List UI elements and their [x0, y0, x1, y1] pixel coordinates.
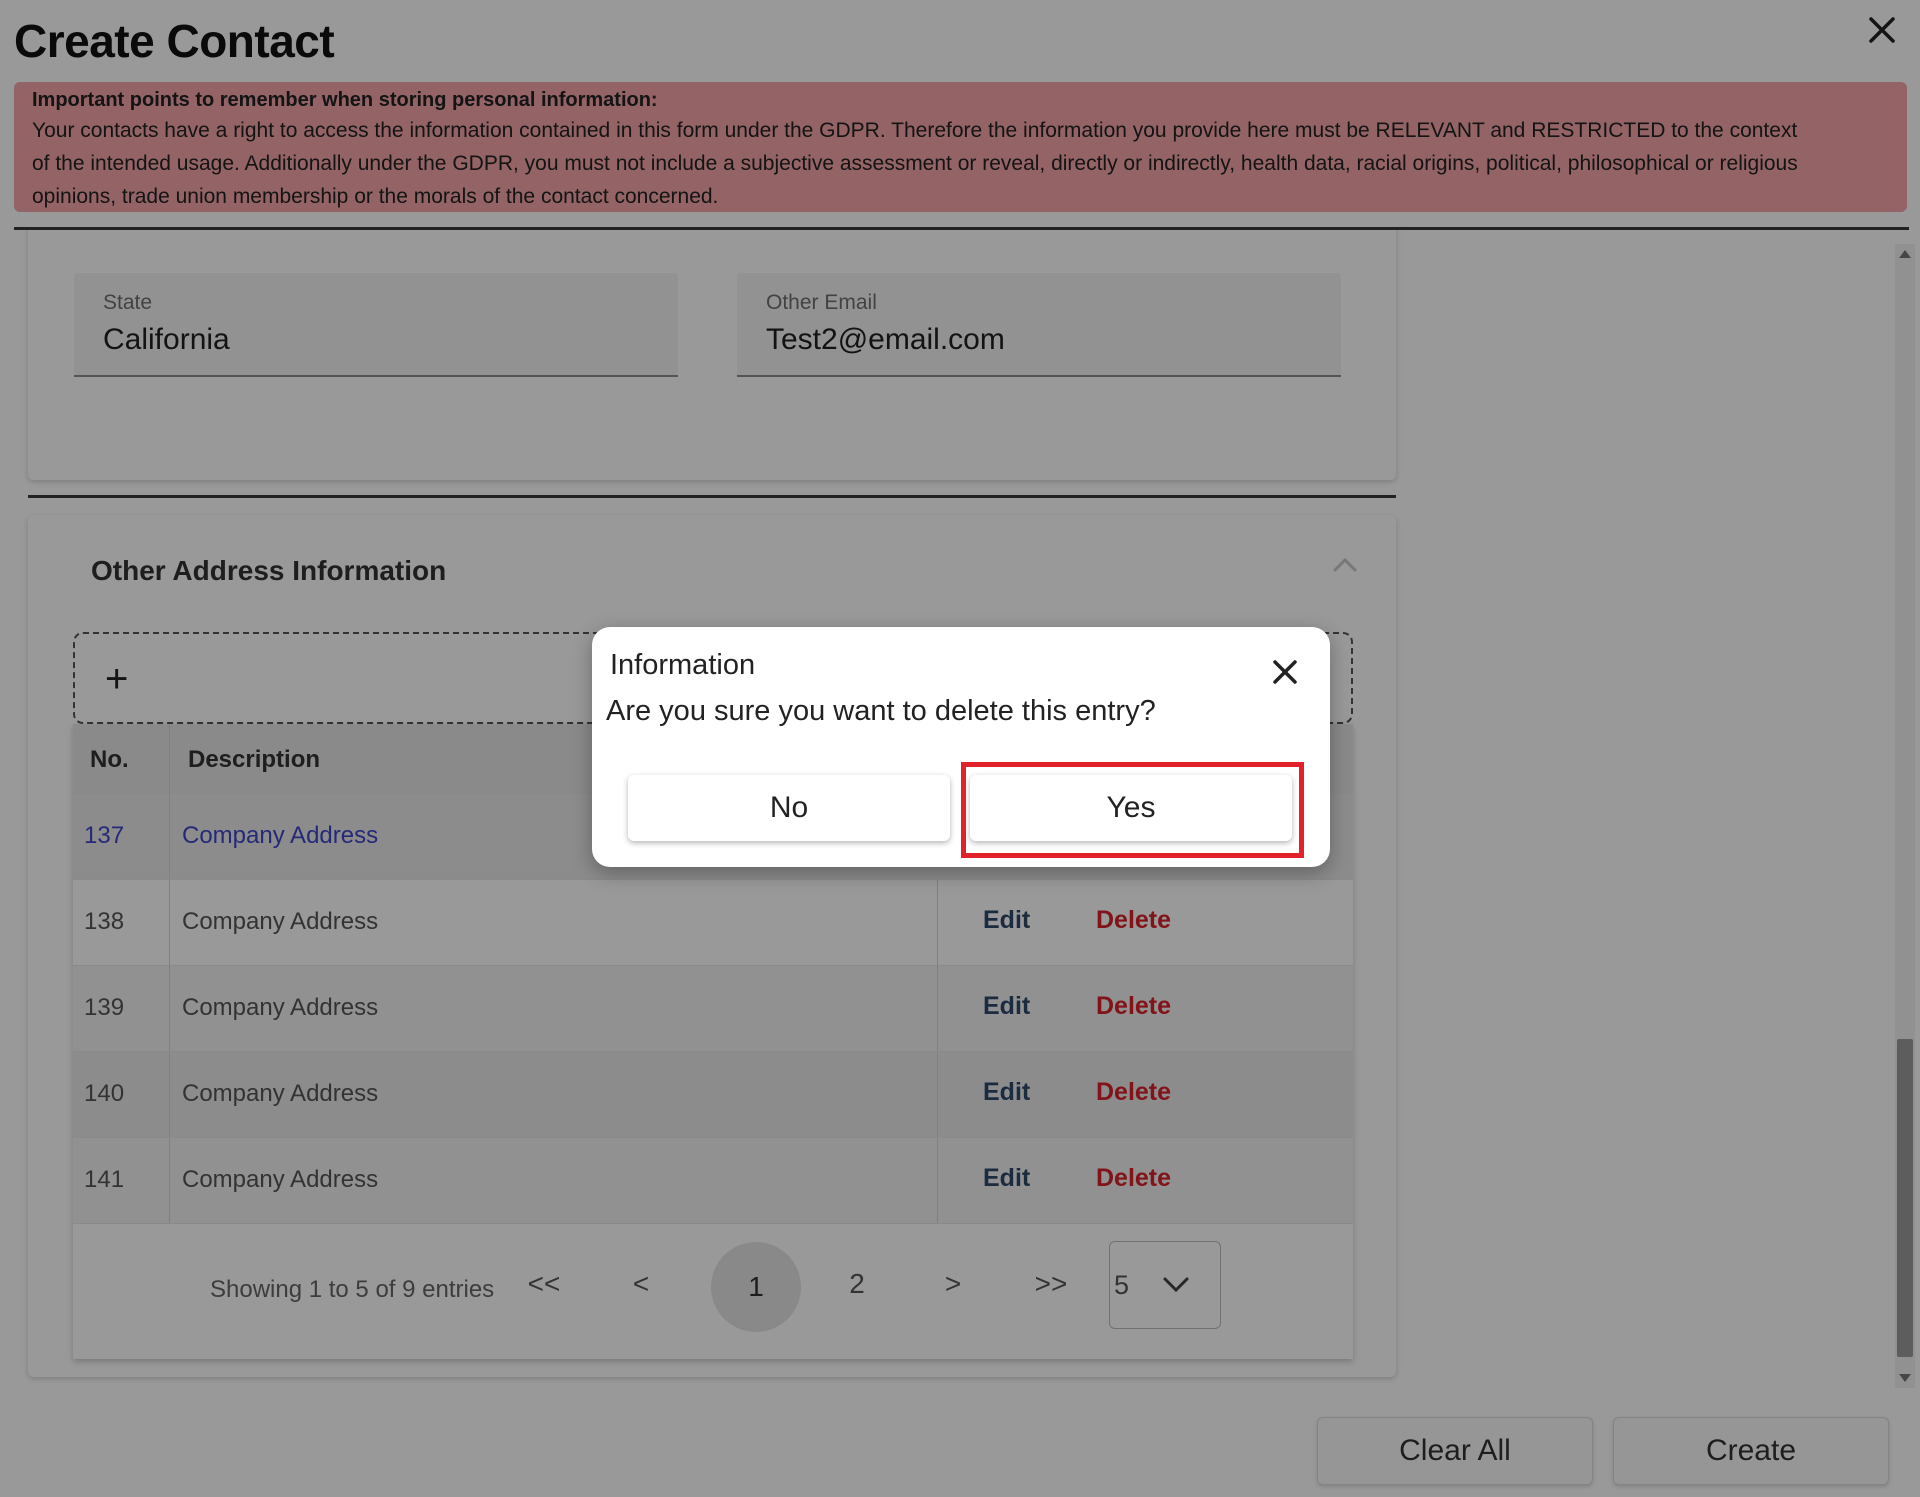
close-icon[interactable] [1268, 655, 1302, 689]
yes-button-highlight [961, 762, 1304, 858]
create-contact-page: Create Contact Important points to remem… [0, 0, 1920, 1497]
dialog-message: Are you sure you want to delete this ent… [606, 695, 1156, 727]
no-button[interactable]: No [628, 775, 950, 841]
dialog-title: Information [610, 649, 756, 681]
